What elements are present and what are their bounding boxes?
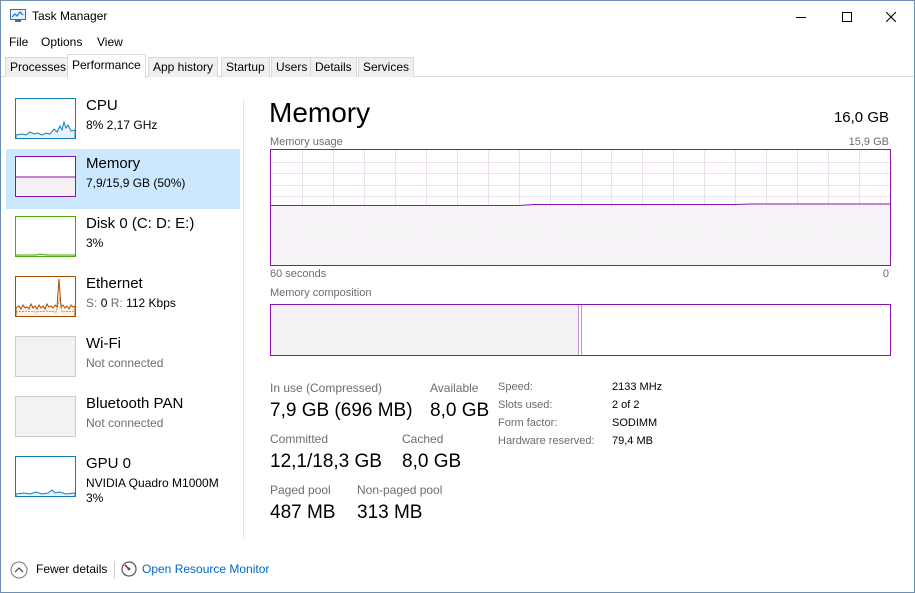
sidebar-detail-gpu: NVIDIA Quadro M1000M [86, 476, 219, 490]
sidebar-label-memory: Memory [86, 155, 141, 172]
menu-options[interactable]: Options [41, 35, 82, 49]
sidebar-detail-ethernet: S: 0 R: 112 Kbps [86, 296, 176, 310]
sidebar-label-disk: Disk 0 (C: D: E:) [86, 215, 195, 232]
composition-modified-segment [580, 305, 582, 355]
wifi-thumbnail-graph [15, 336, 76, 377]
speed-value: 2133 MHz [612, 381, 663, 393]
memory-usage-label: Memory usage [270, 136, 343, 148]
fewer-details-button[interactable]: Fewer details [36, 562, 107, 576]
ethernet-send-prefix: S: [86, 296, 98, 310]
sidebar-item-cpu[interactable]: CPU 8% 2,17 GHz [6, 91, 240, 151]
ethernet-thumbnail-graph [15, 276, 76, 317]
tab-details[interactable]: Details [310, 57, 357, 77]
sidebar-detail-memory: 7,9/15,9 GB (50%) [86, 176, 186, 190]
memory-composition-label: Memory composition [270, 287, 372, 299]
sidebar-item-memory[interactable]: Memory 7,9/15,9 GB (50%) [6, 149, 240, 209]
tab-users[interactable]: Users [271, 57, 313, 77]
sidebar-label-cpu: CPU [86, 97, 118, 114]
sidebar-item-wifi[interactable]: Wi-Fi Not connected [6, 329, 240, 389]
memory-usage-max: 15,9 GB [848, 136, 889, 148]
committed-label: Committed [270, 432, 329, 446]
sidebar-label-wifi: Wi-Fi [86, 335, 121, 352]
tab-strip: Processes Performance App history Startu… [1, 52, 914, 78]
speed-label: Speed: [498, 381, 533, 393]
memory-capacity: 16,0 GB [833, 109, 889, 126]
in-use-label: In use (Compressed) [270, 381, 383, 395]
tab-startup[interactable]: Startup [221, 57, 270, 77]
close-icon [886, 11, 896, 22]
minimize-icon [796, 16, 806, 18]
composition-in-use-segment [271, 305, 579, 355]
paged-pool-value: 487 MB [270, 502, 336, 523]
memory-usage-area [271, 204, 890, 265]
form-factor-value: SODIMM [612, 417, 658, 429]
sidebar-item-disk[interactable]: Disk 0 (C: D: E:) 3% [6, 209, 240, 269]
menu-bar: File Options View [1, 32, 914, 52]
sidebar-detail-wifi: Not connected [86, 356, 164, 370]
sidebar-label-gpu: GPU 0 [86, 455, 132, 472]
sidebar-detail-cpu: 8% 2,17 GHz [86, 118, 158, 132]
cached-label: Cached [402, 432, 444, 446]
in-use-value: 7,9 GB (696 MB) [270, 400, 413, 421]
sidebar-detail-gpu-usage: 3% [86, 491, 104, 505]
graph-time-span: 60 seconds [270, 268, 327, 280]
memory-composition-bar [270, 304, 891, 356]
sidebar-detail-bluetooth: Not connected [86, 416, 164, 430]
footer-separator [114, 561, 115, 579]
minimize-button[interactable] [778, 1, 824, 32]
bluetooth-thumbnail-graph [15, 396, 76, 437]
maximize-icon [842, 11, 852, 22]
tab-performance[interactable]: Performance [67, 54, 146, 78]
memory-usage-graph [270, 149, 891, 266]
close-button[interactable] [868, 1, 914, 32]
gpu-thumbnail-graph [15, 456, 76, 497]
task-manager-window: Task Manager File Options View Processes… [0, 0, 915, 593]
sidebar-item-ethernet[interactable]: Ethernet S: 0 R: 112 Kbps [6, 269, 240, 329]
memory-thumbnail-graph [15, 156, 76, 197]
ethernet-send-value: 0 [100, 296, 108, 310]
hardware-reserved-label: Hardware reserved: [498, 435, 595, 447]
nonpaged-pool-value: 313 MB [357, 502, 423, 523]
graph-time-end: 0 [882, 268, 889, 280]
maximize-button[interactable] [824, 1, 870, 32]
open-resource-monitor-link[interactable]: Open Resource Monitor [142, 562, 269, 576]
tab-processes[interactable]: Processes [5, 57, 72, 77]
tab-app-history[interactable]: App history [148, 57, 219, 77]
sidebar-item-bluetooth[interactable]: Bluetooth PAN Not connected [6, 389, 240, 449]
memory-usage-chart [271, 150, 890, 265]
slots-label: Slots used: [498, 399, 553, 411]
tab-services[interactable]: Services [358, 57, 415, 77]
committed-value: 12,1/18,3 GB [270, 451, 382, 472]
sidebar-label-bluetooth: Bluetooth PAN [86, 395, 184, 412]
footer: Fewer details Open Resource Monitor [1, 553, 914, 591]
disk-thumbnail-graph [15, 216, 76, 257]
sidebar-label-ethernet: Ethernet [86, 275, 143, 292]
cpu-thumbnail-graph [15, 98, 76, 139]
hardware-reserved-value: 79,4 MB [612, 435, 653, 447]
available-value: 8,0 GB [430, 400, 490, 421]
menu-view[interactable]: View [97, 35, 123, 49]
cached-value: 8,0 GB [402, 451, 462, 472]
ethernet-receive-prefix: R: [110, 296, 123, 310]
paged-pool-label: Paged pool [270, 483, 331, 497]
slots-value: 2 of 2 [612, 399, 640, 411]
window-title: Task Manager [32, 9, 108, 23]
sidebar-detail-disk: 3% [86, 236, 104, 250]
page-title: Memory [269, 97, 371, 128]
ethernet-receive-value: 112 Kbps [126, 296, 176, 310]
sidebar-item-gpu[interactable]: GPU 0 NVIDIA Quadro M1000M 3% [6, 449, 240, 509]
resource-monitor-icon[interactable] [121, 561, 137, 577]
nonpaged-pool-label: Non-paged pool [357, 483, 443, 497]
available-label: Available [430, 381, 479, 395]
sidebar-divider [243, 99, 244, 539]
task-manager-icon [10, 9, 26, 22]
resource-sidebar: CPU 8% 2,17 GHz Memory 7,9/15,9 GB (50%)… [1, 91, 245, 531]
chevron-up-circle-icon[interactable] [10, 561, 28, 579]
title-bar: Task Manager [1, 1, 914, 32]
menu-file[interactable]: File [9, 35, 28, 49]
form-factor-label: Form factor: [498, 417, 558, 429]
